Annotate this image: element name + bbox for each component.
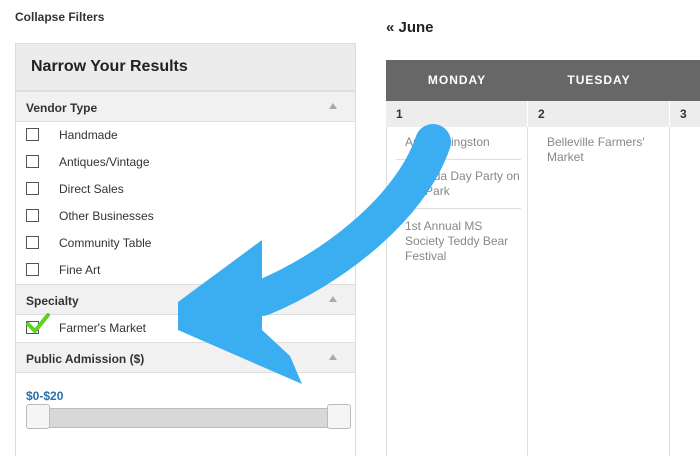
event-link[interactable]: Artfest Kingston	[405, 135, 520, 150]
public-admission-title: Public Admission ($)	[26, 352, 145, 366]
day-header-tuesday: TUESDAY	[567, 73, 631, 87]
event-divider	[396, 208, 521, 209]
checkbox[interactable]	[26, 128, 39, 141]
checkmark-icon	[26, 313, 50, 333]
day-header-monday: MONDAY	[427, 73, 487, 87]
range-slider-track[interactable]	[26, 408, 350, 428]
specialty-title: Specialty	[26, 294, 79, 308]
range-min-handle[interactable]	[26, 404, 50, 429]
event-divider	[396, 159, 521, 160]
specialty-header[interactable]: Specialty	[16, 284, 355, 315]
admission-range: $0-$20	[16, 373, 355, 439]
checkbox[interactable]	[26, 236, 39, 249]
collapse-caret-icon[interactable]	[329, 103, 337, 109]
event-link[interactable]: Belleville Farmers' Market	[547, 135, 662, 165]
filter-option-label: Antiques/Vintage	[59, 155, 150, 169]
collapse-caret-icon[interactable]	[329, 354, 337, 360]
filter-option-label: Farmer's Market	[59, 321, 146, 335]
collapse-caret-icon[interactable]	[329, 296, 337, 302]
date-cell-1: 1	[386, 101, 527, 127]
filter-option-community-table[interactable]: Community Table	[16, 230, 355, 257]
date-cell-3: 3	[670, 101, 700, 127]
checkbox[interactable]	[26, 182, 39, 195]
vendor-type-header[interactable]: Vendor Type	[16, 91, 355, 122]
column-divider	[669, 127, 670, 456]
filter-option-handmade[interactable]: Handmade	[16, 122, 355, 149]
prev-month-link[interactable]: « June	[386, 19, 434, 36]
range-max-handle[interactable]	[327, 404, 351, 429]
filter-option-direct-sales[interactable]: Direct Sales	[16, 176, 355, 203]
filter-option-other-businesses[interactable]: Other Businesses	[16, 203, 355, 230]
calendar: MONDAY TUESDAY 1 2 3 Artfest Kingston Ca…	[386, 60, 700, 456]
event-link[interactable]: Canada Day Party on the Park	[405, 169, 520, 199]
range-value-label: $0-$20	[26, 389, 64, 403]
filters-title: Narrow Your Results	[16, 44, 355, 91]
calendar-header: MONDAY TUESDAY	[386, 60, 700, 101]
filter-option-fine-art[interactable]: Fine Art	[16, 257, 355, 284]
filter-option-antiques-vintage[interactable]: Antiques/Vintage	[16, 149, 355, 176]
filter-option-label: Fine Art	[59, 263, 101, 277]
filter-option-farmers-market[interactable]: Farmer's Market	[16, 313, 355, 342]
checkbox[interactable]	[26, 209, 39, 222]
vendor-type-title: Vendor Type	[26, 101, 98, 115]
checkbox[interactable]	[26, 155, 39, 168]
filter-option-label: Handmade	[59, 128, 118, 142]
column-divider	[386, 127, 387, 456]
filter-option-label: Community Table	[59, 236, 152, 250]
column-divider	[527, 127, 528, 456]
filter-option-label: Other Businesses	[59, 209, 154, 223]
date-cell-2: 2	[528, 101, 669, 127]
event-link[interactable]: 1st Annual MS Society Teddy Bear Festiva…	[405, 219, 520, 264]
checkbox[interactable]	[26, 263, 39, 276]
filters-panel: Narrow Your Results Vendor Type Handmade…	[15, 43, 356, 456]
public-admission-header[interactable]: Public Admission ($)	[16, 342, 355, 373]
collapse-filters-link[interactable]: Collapse Filters	[15, 10, 104, 24]
filter-option-label: Direct Sales	[59, 182, 124, 196]
